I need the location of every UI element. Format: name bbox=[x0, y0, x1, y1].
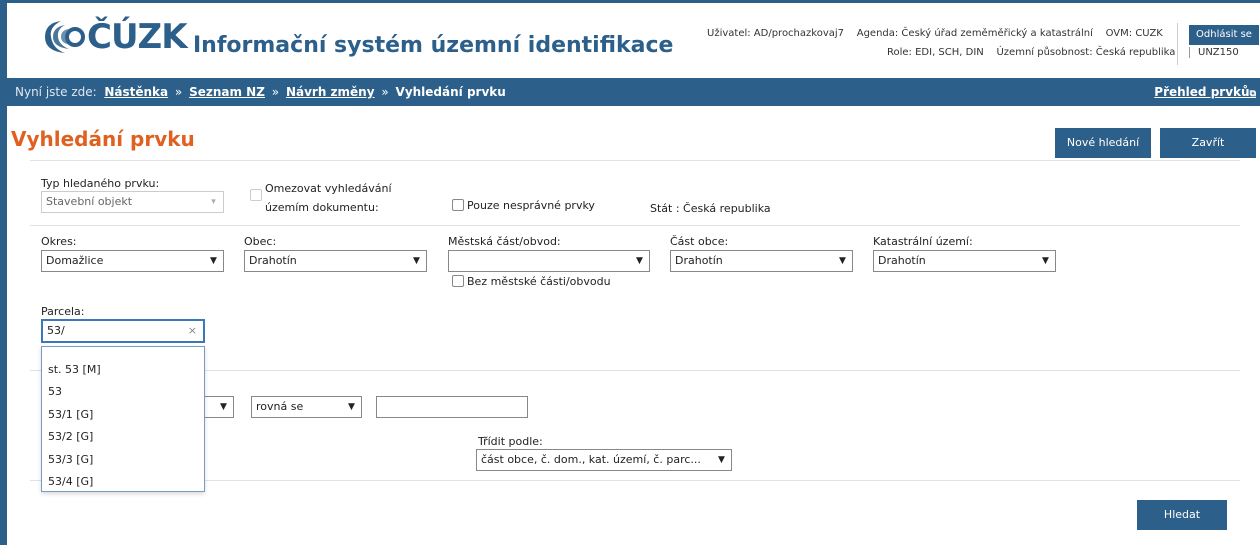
divider bbox=[30, 370, 1240, 371]
type-label: Typ hledaného prvku: bbox=[41, 177, 160, 190]
divider bbox=[30, 160, 1240, 161]
only-incorrect-checkbox[interactable] bbox=[452, 199, 464, 211]
close-button[interactable]: Zavřít bbox=[1160, 128, 1256, 158]
type-select-value: Stavební objekt bbox=[46, 195, 133, 208]
cast-obce-select-value: Drahotín bbox=[675, 254, 723, 267]
breadcrumb-navrh-zmeny[interactable]: Návrh změny bbox=[286, 85, 375, 99]
filter-value-input[interactable] bbox=[376, 396, 528, 418]
parcela-label: Parcela: bbox=[41, 305, 85, 318]
chevron-down-icon: ▼ bbox=[832, 251, 852, 271]
state-text: Stát : Česká republika bbox=[650, 202, 771, 215]
unz-code: UNZ150 bbox=[1189, 47, 1239, 58]
chevron-down-icon: ▼ bbox=[406, 251, 426, 271]
app-window: ČÚZK Informační systém územní identifika… bbox=[0, 0, 1260, 545]
breadcrumb: Nyní jste zde: Nástěnka » Seznam NZ » Ná… bbox=[15, 78, 506, 106]
header: ČÚZK Informační systém územní identifika… bbox=[7, 0, 1260, 72]
divider bbox=[30, 225, 1240, 226]
okres-select[interactable]: Domažlice ▼ bbox=[41, 250, 224, 272]
kat-uzemi-label: Katastrální území: bbox=[873, 235, 973, 248]
logout-button[interactable]: Odhlásit se bbox=[1189, 25, 1259, 45]
chevron-down-icon: ▾ bbox=[203, 192, 223, 212]
user-info-line2: Role: EDI, SCH, DIN Územní působnost: Če… bbox=[887, 47, 1175, 58]
okres-label: Okres: bbox=[41, 235, 77, 248]
okres-select-value: Domažlice bbox=[46, 254, 104, 267]
dropdown-option[interactable]: 53/2 [G] bbox=[48, 430, 93, 443]
only-incorrect-label: Pouze nesprávné prvky bbox=[467, 199, 595, 212]
operator-select[interactable]: rovná se ▼ bbox=[251, 396, 362, 418]
restrict-label-2: územím dokumentu: bbox=[265, 201, 379, 214]
mestska-cast-select[interactable]: ▼ bbox=[448, 250, 650, 272]
ovm: OVM: CUZK bbox=[1105, 28, 1163, 39]
kat-uzemi-select[interactable]: Drahotín ▼ bbox=[873, 250, 1056, 272]
left-border bbox=[0, 0, 7, 545]
clear-icon[interactable]: × bbox=[188, 321, 197, 341]
cuzk-logo-icon bbox=[39, 17, 87, 57]
divider bbox=[30, 480, 1240, 481]
header-divider bbox=[1177, 23, 1178, 65]
breadcrumb-separator: » bbox=[174, 85, 183, 99]
user-info-line1: Uživatel: AD/prochazkovaj7 Agenda: Český… bbox=[707, 28, 1163, 39]
chevron-down-icon: ▼ bbox=[711, 450, 731, 470]
breadcrumb-current: Vyhledání prvku bbox=[395, 85, 506, 99]
bez-mestske-casti-label: Bez městské části/obvodu bbox=[467, 275, 611, 288]
chevron-down-icon: ▼ bbox=[629, 251, 649, 271]
sort-select[interactable]: část obce, č. dom., kat. území, č. parc.… bbox=[476, 449, 732, 471]
type-select[interactable]: Stavební objekt ▾ bbox=[41, 191, 224, 213]
new-search-button[interactable]: Nové hledání bbox=[1055, 128, 1151, 158]
breadcrumb-bar: Nyní jste zde: Nástěnka » Seznam NZ » Ná… bbox=[7, 78, 1260, 106]
breadcrumb-nastenka[interactable]: Nástěnka bbox=[104, 85, 168, 99]
obec-label: Obec: bbox=[244, 235, 277, 248]
logo-text: ČÚZK bbox=[87, 17, 188, 57]
parcela-input-value: 53/ bbox=[47, 324, 65, 337]
parcela-input[interactable]: 53/ × bbox=[41, 319, 205, 343]
kat-uzemi-select-value: Drahotín bbox=[878, 254, 926, 267]
agenda: Agenda: Český úřad zeměměřický a katastr… bbox=[856, 28, 1093, 39]
external-link-icon: ⧉ bbox=[1249, 89, 1256, 99]
chevron-down-icon: ▼ bbox=[1035, 251, 1055, 271]
sort-select-value: část obce, č. dom., kat. území, č. parc.… bbox=[481, 453, 701, 466]
dropdown-option[interactable]: 53/3 [G] bbox=[48, 453, 93, 466]
cast-obce-select[interactable]: Drahotín ▼ bbox=[670, 250, 853, 272]
restrict-checkbox[interactable] bbox=[250, 189, 262, 201]
dropdown-option[interactable]: 53/4 [G] bbox=[48, 475, 93, 488]
dropdown-search bbox=[45, 349, 201, 353]
restrict-label-1: Omezovat vyhledávání bbox=[265, 182, 392, 195]
chevron-down-icon: ▼ bbox=[341, 397, 361, 417]
page-title: Vyhledání prvku bbox=[11, 127, 195, 151]
dropdown-option[interactable]: 53 bbox=[48, 385, 62, 398]
obec-select[interactable]: Drahotín ▼ bbox=[244, 250, 427, 272]
chevron-down-icon: ▼ bbox=[203, 251, 223, 271]
obec-select-value: Drahotín bbox=[249, 254, 297, 267]
territory: Územní působnost: Česká republika bbox=[996, 47, 1176, 58]
mestska-cast-label: Městská část/obvod: bbox=[448, 235, 561, 248]
logo: ČÚZK bbox=[39, 17, 188, 57]
overview-link[interactable]: Přehled prvků⧉ bbox=[1154, 78, 1256, 108]
breadcrumb-label: Nyní jste zde: bbox=[15, 85, 97, 99]
breadcrumb-separator: » bbox=[271, 85, 280, 99]
breadcrumb-separator: » bbox=[381, 85, 389, 99]
parcela-dropdown: st. 53 [M] 53 53/1 [G] 53/2 [G] 53/3 [G]… bbox=[41, 346, 205, 492]
app-title: Informační systém územní identifikace bbox=[193, 33, 674, 58]
dropdown-option[interactable]: st. 53 [M] bbox=[48, 363, 101, 376]
user-name: Uživatel: AD/prochazkovaj7 bbox=[707, 28, 845, 39]
breadcrumb-seznam-nz[interactable]: Seznam NZ bbox=[189, 85, 265, 99]
cast-obce-label: Část obce: bbox=[670, 235, 729, 248]
overview-link-label: Přehled prvků bbox=[1154, 85, 1250, 99]
sort-label: Třídit podle: bbox=[478, 435, 543, 448]
search-button[interactable]: Hledat bbox=[1137, 500, 1227, 530]
chevron-down-icon: ▼ bbox=[213, 397, 233, 417]
operator-select-value: rovná se bbox=[256, 400, 304, 413]
role: Role: EDI, SCH, DIN bbox=[887, 47, 984, 58]
dropdown-option[interactable]: 53/1 [G] bbox=[48, 408, 93, 421]
bez-mestske-casti-checkbox[interactable] bbox=[452, 275, 464, 287]
